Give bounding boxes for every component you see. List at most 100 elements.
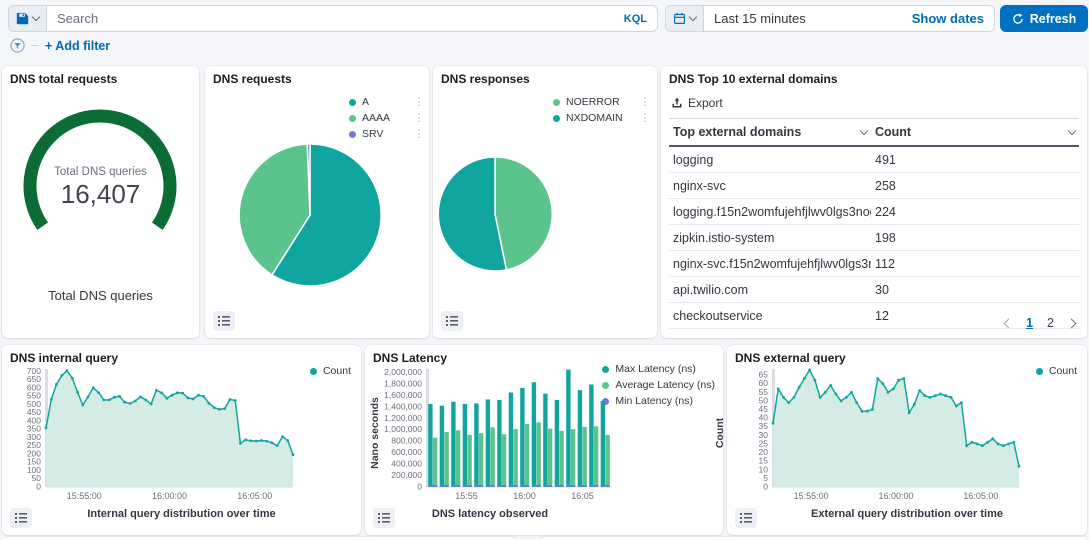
svg-text:600,000: 600,000 (391, 447, 422, 457)
y-axis-title: Count (0, 418, 1, 448)
count-cell: 112 (871, 251, 1079, 277)
legend-dot (553, 115, 560, 122)
svg-text:10: 10 (759, 464, 769, 474)
legend-item-srv[interactable]: SRV⋮ (349, 128, 421, 140)
count-cell: 224 (871, 199, 1079, 225)
legend-options-icon[interactable]: ⋮ (640, 99, 650, 106)
legend-item-a[interactable]: A⋮ (349, 96, 421, 108)
gauge-bottom-label: Total DNS queries (2, 288, 199, 303)
panel-dns-total-requests: DNS total requests Total DNS queries 16,… (2, 66, 199, 338)
column-header-count[interactable]: Count (871, 119, 1079, 147)
legend-options-icon[interactable]: ⋮ (640, 115, 650, 122)
svg-text:55: 55 (759, 387, 769, 397)
domain-cell: nginx-svc.f15n2womfujehfjlwv0lgs3no... (669, 251, 871, 277)
svg-text:0: 0 (763, 482, 768, 492)
pagination: 1 2 (1005, 316, 1075, 330)
page-2-button[interactable]: 2 (1047, 316, 1054, 330)
add-filter-button[interactable]: + Add filter (45, 39, 110, 53)
panel-title: DNS total requests (10, 72, 117, 86)
legend-toggle-button[interactable] (213, 311, 235, 331)
filter-icon[interactable] (10, 38, 25, 53)
svg-text:1,200,000: 1,200,000 (384, 413, 422, 423)
chevron-down-icon (689, 13, 697, 21)
sort-chevron-icon[interactable] (860, 126, 868, 134)
domain-cell: logging (669, 146, 871, 173)
search-input[interactable] (47, 6, 614, 31)
svg-text:35: 35 (759, 421, 769, 431)
time-range-value[interactable]: Last 15 minutes (704, 11, 912, 26)
date-quick-menu-button[interactable] (666, 6, 704, 31)
legend-toggle-button[interactable] (373, 508, 395, 528)
legend-label: A (362, 96, 408, 108)
kql-button[interactable]: KQL (614, 13, 657, 25)
domain-cell: logging.f15n2womfujehfjlwv0lgs3nog.... (669, 199, 871, 225)
refresh-icon (1012, 13, 1024, 25)
legend-item-aaaa[interactable]: AAAA ⋮ (349, 112, 421, 124)
gauge-value: 16,407 (2, 179, 199, 210)
table-row: logging491 (669, 146, 1079, 173)
export-icon (671, 97, 683, 109)
saved-query-menu-button[interactable] (9, 6, 47, 31)
domain-cell: zipkin.istio-system (669, 225, 871, 251)
svg-text:0: 0 (417, 482, 422, 492)
panel-dns-latency: DNS Latency Max Latency (ns) Average Lat… (365, 345, 723, 535)
svg-text:15:55:00: 15:55:00 (794, 491, 829, 501)
svg-text:1,400,000: 1,400,000 (384, 401, 422, 411)
panel-title: DNS Top 10 external domains (669, 72, 838, 86)
svg-text:16:05:00: 16:05:00 (963, 491, 998, 501)
svg-text:40: 40 (759, 413, 769, 423)
bar-chart: 0200,000400,000600,000800,0001,000,0001,… (369, 363, 719, 518)
svg-text:16:05: 16:05 (571, 491, 594, 501)
domain-cell: api.twilio.com (669, 277, 871, 303)
svg-text:65: 65 (759, 370, 769, 380)
pie-chart (433, 141, 643, 297)
svg-text:5: 5 (763, 473, 768, 483)
svg-text:45: 45 (759, 404, 769, 414)
count-cell: 198 (871, 225, 1079, 251)
sort-chevron-icon[interactable] (1068, 126, 1076, 134)
legend-item-noerror[interactable]: NOERROR ⋮ (553, 96, 649, 108)
svg-text:16:00:00: 16:00:00 (878, 491, 913, 501)
legend-options-icon[interactable]: ⋮ (414, 99, 424, 106)
divider (31, 45, 39, 46)
legend-label: NXDOMAIN (566, 112, 634, 124)
svg-text:1,600,000: 1,600,000 (384, 390, 422, 400)
calendar-icon (673, 12, 686, 25)
svg-text:30: 30 (759, 430, 769, 440)
show-dates-link[interactable]: Show dates (912, 11, 994, 26)
previous-page-icon[interactable] (1004, 318, 1014, 328)
svg-text:15:55: 15:55 (455, 491, 478, 501)
legend-label: AAAA (362, 112, 408, 124)
domains-table: Top external domains Count logging491ngi… (669, 118, 1079, 329)
refresh-button[interactable]: Refresh (1000, 5, 1088, 32)
domain-cell: nginx-svc (669, 173, 871, 199)
svg-text:16:00:00: 16:00:00 (152, 491, 187, 501)
panel-dns-internal-query: DNS internal query Count Count 050100150… (2, 345, 361, 535)
gauge-center-label: Total DNS queries (2, 166, 199, 178)
legend-options-icon[interactable]: ⋮ (414, 115, 424, 122)
filter-bar: + Add filter (10, 38, 110, 53)
refresh-label: Refresh (1030, 12, 1077, 26)
legend-label: NOERROR (566, 96, 634, 108)
table-row: api.twilio.com30 (669, 277, 1079, 303)
export-button[interactable]: Export (671, 96, 723, 110)
count-cell: 258 (871, 173, 1079, 199)
table-row: nginx-svc.f15n2womfujehfjlwv0lgs3no...11… (669, 251, 1079, 277)
panel-title: DNS requests (213, 72, 292, 86)
legend-dot (349, 115, 356, 122)
y-axis-title: Count (714, 418, 726, 448)
search-bar: KQL (8, 5, 658, 32)
svg-text:20: 20 (759, 447, 769, 457)
svg-text:1,000,000: 1,000,000 (384, 424, 422, 434)
legend-toggle-button[interactable] (10, 508, 32, 528)
page-1-button[interactable]: 1 (1026, 316, 1033, 330)
next-page-icon[interactable] (1067, 318, 1077, 328)
column-header-domains[interactable]: Top external domains (669, 119, 871, 147)
legend-options-icon[interactable]: ⋮ (414, 131, 424, 138)
legend-toggle-button[interactable] (441, 311, 463, 331)
panel-dns-requests: DNS requests A⋮ AAAA⋮ SRV⋮ (205, 66, 429, 338)
legend-toggle-button[interactable] (735, 508, 757, 528)
save-icon (16, 12, 29, 25)
svg-text:16:00: 16:00 (513, 491, 536, 501)
legend-item-nxdomain[interactable]: NXDOMAIN ⋮ (553, 112, 649, 124)
